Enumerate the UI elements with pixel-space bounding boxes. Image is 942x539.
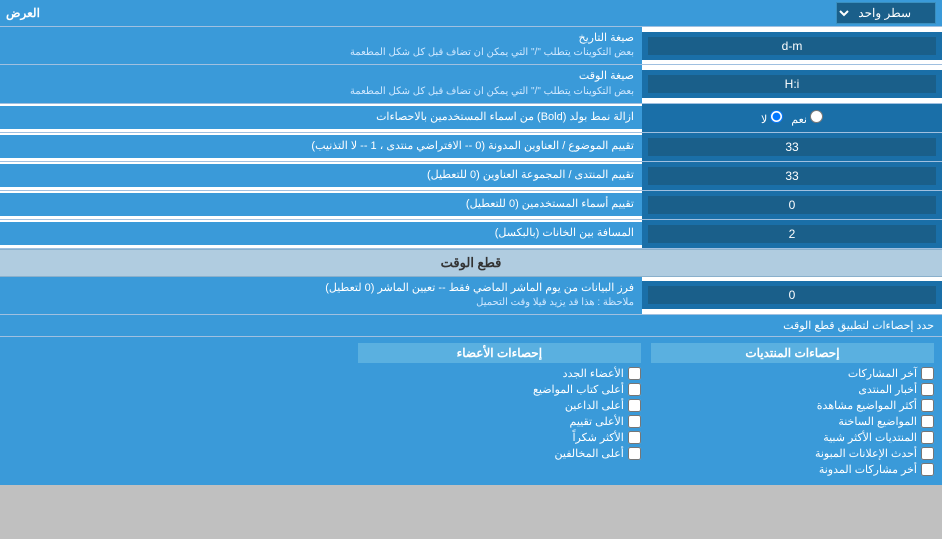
checkbox-col1-3[interactable]	[921, 415, 934, 428]
checkbox-item-col2-0: الأعضاء الجدد	[358, 367, 641, 380]
checkboxes-section: إحصاءات المنتديات آخر المشاركات أخبار ال…	[0, 337, 942, 485]
checkbox-col1-0[interactable]	[921, 367, 934, 380]
checkbox-item-col1-5: أحدث الإعلانات المبونة	[651, 447, 934, 460]
checkbox-col2-3[interactable]	[628, 415, 641, 428]
checkbox-item-col1-2: أكثر المواضيع مشاهدة	[651, 399, 934, 412]
checkbox-col3	[8, 343, 348, 479]
checkbox-item-col2-3: الأعلى تقييم	[358, 415, 641, 428]
bold-no-label: لا	[761, 110, 783, 126]
checkbox-col2-5[interactable]	[628, 447, 641, 460]
realtime-section-header: قطع الوقت	[0, 249, 942, 277]
topic-sort-row: تقييم الموضوع / العناوين المدونة (0 -- ا…	[0, 133, 942, 162]
date-format-input-wrapper[interactable]	[642, 32, 942, 60]
checkbox-item-col1-6: أخر مشاركات المدونة	[651, 463, 934, 476]
checkbox-item-col2-1: أعلى كتاب المواضيع	[358, 383, 641, 396]
checkbox-col1: إحصاءات المنتديات آخر المشاركات أخبار ال…	[651, 343, 934, 479]
checkbox-col1-6[interactable]	[921, 463, 934, 476]
realtime-input[interactable]	[648, 286, 936, 304]
topic-sort-label: تقييم الموضوع / العناوين المدونة (0 -- ا…	[0, 135, 642, 158]
col1-title: إحصاءات المنتديات	[651, 343, 934, 363]
checkbox-item-col1-1: أخبار المنتدى	[651, 383, 934, 396]
user-sort-input[interactable]	[648, 196, 936, 214]
checkbox-col2-2[interactable]	[628, 399, 641, 412]
realtime-input-wrapper[interactable]	[642, 281, 942, 309]
checkboxes-grid: إحصاءات المنتديات آخر المشاركات أخبار ال…	[8, 343, 934, 479]
bold-radio-wrapper[interactable]: نعم لا	[642, 104, 942, 132]
bold-remove-row: نعم لا ازالة نمط بولد (Bold) من اسماء ال…	[0, 104, 942, 133]
checkbox-col1-4[interactable]	[921, 431, 934, 444]
top-row: سطر واحد سطرين ثلاثة أسطر العرض	[0, 0, 942, 27]
user-sort-label: تقييم أسماء المستخدمين (0 للتعطيل)	[0, 193, 642, 216]
gap-entries-row: المسافة بين الخانات (بالبكسل)	[0, 220, 942, 249]
checkbox-item-col1-0: آخر المشاركات	[651, 367, 934, 380]
date-format-row: صيغة التاريخ بعض التكوينات يتطلب "/" الت…	[0, 27, 942, 65]
checkbox-item-col2-2: أعلى الداعين	[358, 399, 641, 412]
checkbox-item-col2-5: أعلى المخالفين	[358, 447, 641, 460]
forum-sort-label: تقييم المنتدى / المجموعة العناوين (0 للت…	[0, 164, 642, 187]
time-format-label: صيغة الوقت بعض التكوينات يتطلب "/" التي …	[0, 65, 642, 102]
gap-entries-label: المسافة بين الخانات (بالبكسل)	[0, 222, 642, 245]
checkbox-col1-5[interactable]	[921, 447, 934, 460]
checkbox-col2-4[interactable]	[628, 431, 641, 444]
checkbox-col2: إحصاءات الأعضاء الأعضاء الجدد أعلى كتاب …	[358, 343, 641, 479]
checkbox-col1-1[interactable]	[921, 383, 934, 396]
forum-sort-input[interactable]	[648, 167, 936, 185]
forum-sort-row: تقييم المنتدى / المجموعة العناوين (0 للت…	[0, 162, 942, 191]
topic-sort-input-wrapper[interactable]	[642, 133, 942, 161]
bold-remove-label: ازالة نمط بولد (Bold) من اسماء المستخدمي…	[0, 106, 642, 129]
user-sort-input-wrapper[interactable]	[642, 191, 942, 219]
date-format-label: صيغة التاريخ بعض التكوينات يتطلب "/" الت…	[0, 27, 642, 64]
checkbox-item-col2-4: الأكثر شكراً	[358, 431, 641, 444]
checkbox-item-col1-3: المواضيع الساخنة	[651, 415, 934, 428]
time-format-input-wrapper[interactable]	[642, 70, 942, 98]
checkbox-col1-2[interactable]	[921, 399, 934, 412]
user-sort-row: تقييم أسماء المستخدمين (0 للتعطيل)	[0, 191, 942, 220]
limit-row: حدد إحصاءات لتطبيق قطع الوقت	[0, 315, 942, 337]
gap-entries-input-wrapper[interactable]	[642, 220, 942, 248]
time-format-input[interactable]	[648, 75, 936, 93]
forum-sort-input-wrapper[interactable]	[642, 162, 942, 190]
bold-radio-group: نعم لا	[761, 110, 823, 126]
main-container: سطر واحد سطرين ثلاثة أسطر العرض صيغة الت…	[0, 0, 942, 485]
bold-yes-label: نعم	[791, 110, 823, 126]
display-label: العرض	[6, 6, 40, 20]
gap-entries-input[interactable]	[648, 225, 936, 243]
checkbox-col2-0[interactable]	[628, 367, 641, 380]
time-format-row: صيغة الوقت بعض التكوينات يتطلب "/" التي …	[0, 65, 942, 103]
display-select[interactable]: سطر واحد سطرين ثلاثة أسطر	[836, 2, 936, 24]
date-format-input[interactable]	[648, 37, 936, 55]
realtime-row: فرز البيانات من يوم الماشر الماضي فقط --…	[0, 277, 942, 315]
checkbox-item-col1-4: المنتديات الأكثر شبية	[651, 431, 934, 444]
topic-sort-input[interactable]	[648, 138, 936, 156]
display-select-wrapper[interactable]: سطر واحد سطرين ثلاثة أسطر	[836, 2, 936, 24]
checkbox-col2-1[interactable]	[628, 383, 641, 396]
realtime-label: فرز البيانات من يوم الماشر الماضي فقط --…	[0, 277, 642, 314]
col2-title: إحصاءات الأعضاء	[358, 343, 641, 363]
bold-yes-radio[interactable]	[810, 110, 823, 123]
bold-no-radio[interactable]	[770, 110, 783, 123]
